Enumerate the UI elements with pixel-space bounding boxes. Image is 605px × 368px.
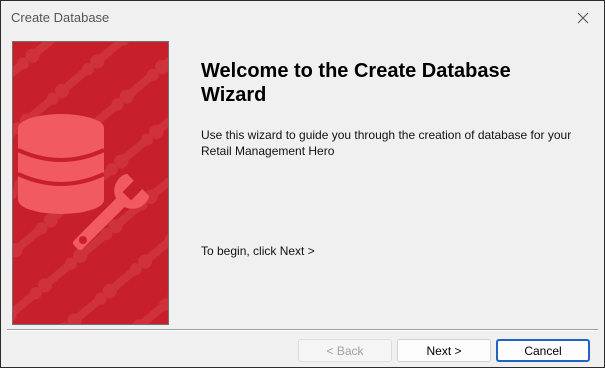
close-icon xyxy=(577,12,589,24)
footer-divider xyxy=(7,329,598,331)
banner-graphic xyxy=(13,42,168,324)
database-icon xyxy=(17,114,105,214)
window-title: Create Database xyxy=(11,10,110,25)
description-line-2: Retail Management Hero xyxy=(201,144,335,158)
heading-line-2: Wizard xyxy=(201,84,267,106)
create-database-dialog: Create Database Welcome to the Create Da… xyxy=(0,0,605,368)
wizard-banner xyxy=(12,41,169,325)
wizard-heading: Welcome to the Create Database Wizard xyxy=(201,59,581,107)
close-button[interactable] xyxy=(570,6,596,30)
back-button[interactable]: < Back xyxy=(298,339,392,362)
begin-instruction: To begin, click Next > xyxy=(201,244,315,258)
next-button[interactable]: Next > xyxy=(397,339,491,362)
title-bar: Create Database xyxy=(1,1,604,35)
wizard-description: Use this wizard to guide you through the… xyxy=(201,127,591,159)
heading-line-1: Welcome to the Create Database xyxy=(201,60,511,82)
description-line-1: Use this wizard to guide you through the… xyxy=(201,128,572,142)
cancel-button[interactable]: Cancel xyxy=(496,339,590,362)
